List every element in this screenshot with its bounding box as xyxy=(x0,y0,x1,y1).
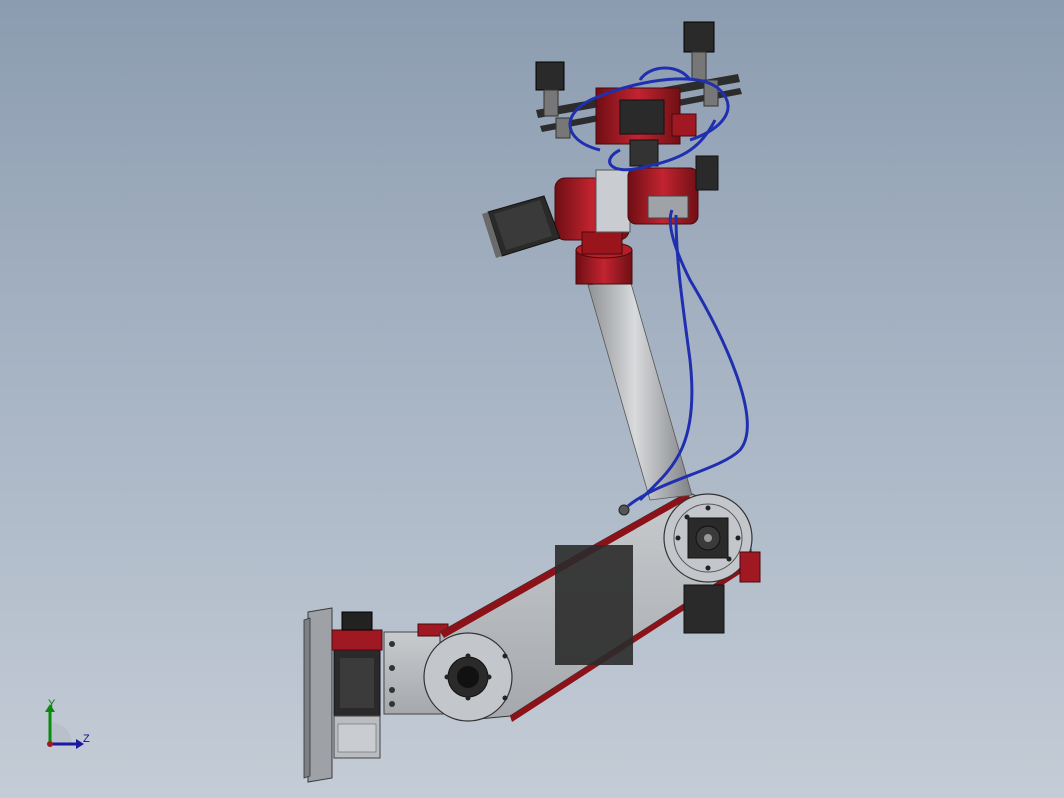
tube-fitting xyxy=(618,504,630,516)
robot-arm-model[interactable] xyxy=(0,0,1064,798)
base-plate xyxy=(303,607,333,783)
wrist-motor xyxy=(482,195,561,258)
coordinate-triad: Y Z xyxy=(38,698,108,762)
suction-cup-right xyxy=(683,21,719,107)
base-motor xyxy=(331,611,383,759)
wrist-housing xyxy=(554,155,719,255)
shoulder-joint xyxy=(423,632,513,722)
triad-z-label: Z xyxy=(83,733,90,745)
triad-y-label: Y xyxy=(48,698,56,710)
graphics-viewport[interactable]: Y Z xyxy=(0,0,1064,798)
